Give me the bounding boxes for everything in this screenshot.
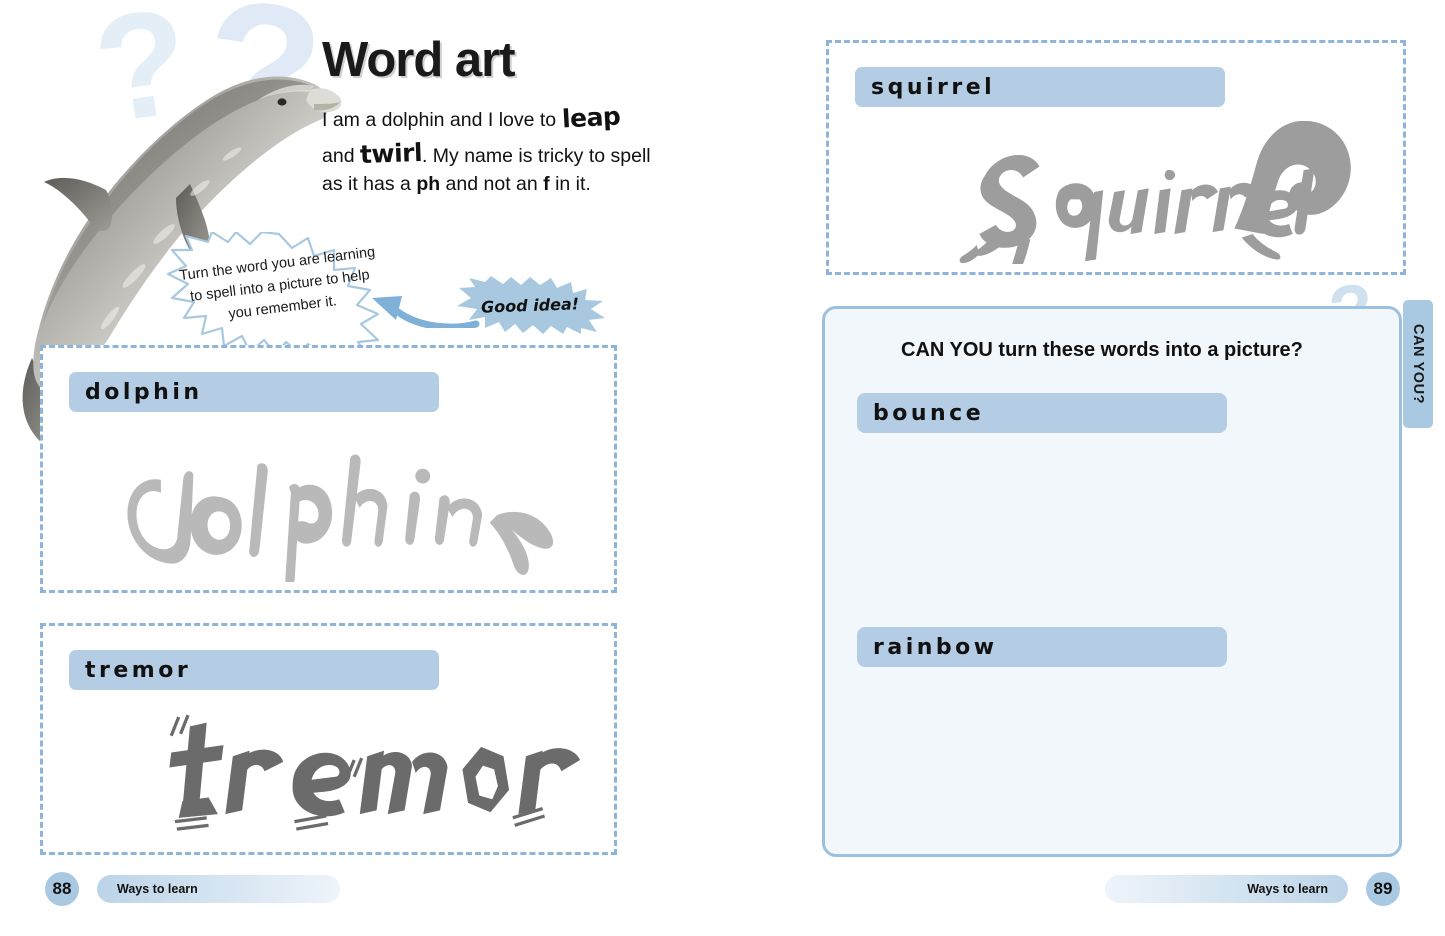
word-art-box-tremor: tremor — [40, 623, 617, 855]
intro-text-1: I am a dolphin and I love to — [322, 108, 562, 131]
footer-section-left: Ways to learn — [117, 882, 198, 896]
page-title: Word art — [322, 33, 516, 87]
reply-callout: Good idea! — [455, 276, 605, 334]
word-label-rainbow: rainbow — [857, 627, 1227, 667]
reply-text: Good idea! — [480, 293, 580, 317]
tip-callout: Turn the word you are learning to spell … — [158, 232, 400, 354]
left-page: Word art I am a dolphin and I love to le… — [0, 0, 722, 936]
intro-word-ph: ph — [416, 173, 441, 196]
intro-word-leap: leap — [560, 101, 621, 134]
can-you-panel: CAN YOU turn these words into a picture?… — [822, 306, 1402, 857]
page-number-left: 88 — [45, 872, 79, 906]
intro-word-twirl: twirl — [359, 137, 423, 169]
book-spread: ? ? — [0, 0, 1445, 936]
word-label-squirrel: squirrel — [855, 67, 1225, 107]
word-label-tremor: tremor — [69, 650, 439, 690]
footer-right: 89 Ways to learn — [1105, 872, 1400, 906]
word-art-box-squirrel: squirrel — [826, 40, 1406, 278]
footer-left: 88 Ways to learn — [45, 872, 340, 906]
page-headline: Word art I am a dolphin and I love to le… — [322, 33, 652, 199]
can-you-tab-label: CAN YOU? — [1410, 323, 1427, 405]
intro-text-5: in it. — [549, 173, 591, 196]
word-art-dolphin — [43, 426, 614, 586]
footer-section-right: Ways to learn — [1247, 882, 1328, 896]
page-number-right: 89 — [1366, 872, 1400, 906]
intro-text-4: and not an — [440, 173, 544, 196]
word-label-bounce: bounce — [857, 393, 1227, 433]
word-art-tremor — [43, 704, 614, 844]
intro-paragraph: I am a dolphin and I love to leap and twi… — [322, 100, 652, 199]
intro-text-2: and — [322, 144, 360, 167]
word-art-box-dolphin: dolphin — [40, 345, 617, 593]
word-art-squirrel — [829, 120, 1403, 278]
word-label-dolphin: dolphin — [69, 372, 439, 412]
can-you-tab: CAN YOU? — [1403, 300, 1433, 428]
can-you-title: CAN YOU turn these words into a picture? — [901, 339, 1303, 361]
